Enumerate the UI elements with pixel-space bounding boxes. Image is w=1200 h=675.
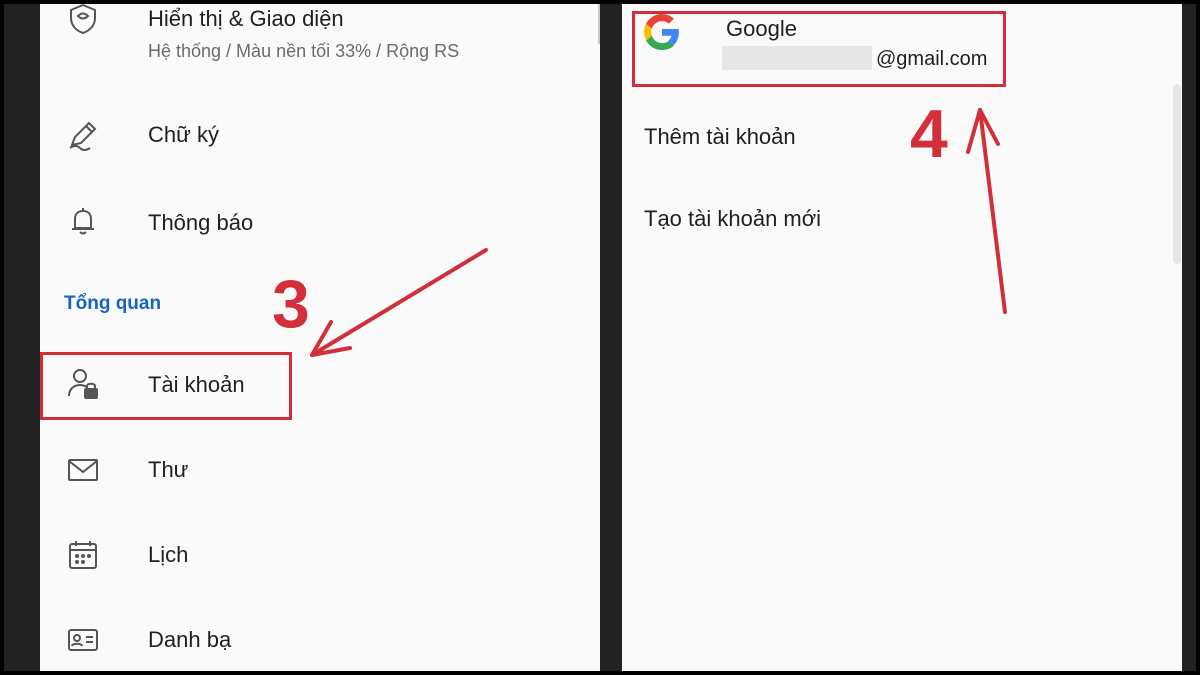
menu-label-display: Hiển thị & Giao diện xyxy=(148,6,344,31)
menu-item-mail[interactable]: Thư xyxy=(40,440,600,510)
create-account-item[interactable]: Tạo tài khoản mới xyxy=(644,206,821,232)
calendar-icon xyxy=(66,538,100,572)
menu-label-contacts: Danh bạ xyxy=(148,627,232,652)
menu-item-display[interactable]: Hiển thị & Giao diện Hệ thống / Màu nền … xyxy=(40,0,600,90)
right-scrollbar[interactable] xyxy=(1173,84,1181,264)
menu-item-contacts[interactable]: Danh bạ xyxy=(40,610,600,671)
menu-item-notifications[interactable]: Thông báo xyxy=(40,190,600,260)
pen-icon xyxy=(66,118,100,152)
highlight-box-accounts xyxy=(40,352,292,420)
screenshot-canvas: Hiển thị & Giao diện Hệ thống / Màu nền … xyxy=(0,0,1200,675)
menu-label-notifications: Thông báo xyxy=(148,210,254,235)
step-4-label: 4 xyxy=(910,96,948,172)
bell-icon xyxy=(66,204,100,238)
settings-panel: Hiển thị & Giao diện Hệ thống / Màu nền … xyxy=(40,0,600,671)
highlight-box-google-account xyxy=(632,11,1006,87)
menu-label-signature: Chữ ký xyxy=(148,122,219,147)
menu-label-calendar: Lịch xyxy=(148,542,189,567)
menu-item-calendar[interactable]: Lịch xyxy=(40,525,600,595)
display-shield-icon xyxy=(66,2,100,36)
menu-item-signature[interactable]: Chữ ký xyxy=(40,100,600,170)
menu-label-mail: Thư xyxy=(148,457,189,482)
accounts-panel: Google @gmail.com Thêm tài khoản Tạo tài… xyxy=(622,0,1182,671)
step-3-label: 3 xyxy=(272,266,310,342)
mail-icon xyxy=(66,453,100,487)
add-account-item[interactable]: Thêm tài khoản xyxy=(644,124,796,150)
section-header-overview: Tổng quan xyxy=(64,293,162,314)
menu-sub-display: Hệ thống / Màu nền tối 33% / Rộng RS xyxy=(148,41,460,61)
contact-card-icon xyxy=(66,623,100,657)
left-scroll-indicator xyxy=(598,0,600,44)
